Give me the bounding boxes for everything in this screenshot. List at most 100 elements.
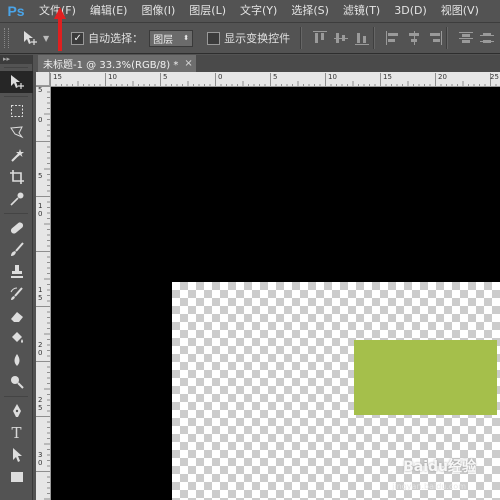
distribute-vcenter-icon[interactable] xyxy=(480,31,495,45)
h-ruler-label: 5 xyxy=(273,73,278,81)
tools-divider xyxy=(4,96,28,97)
menu-view[interactable]: 视图(V) xyxy=(434,0,486,22)
v-ruler-label: 2 0 xyxy=(38,341,43,357)
document-tab[interactable]: 未标题-1 @ 33.3%(RGB/8) * × xyxy=(38,55,196,72)
auto-select-label: 自动选择： xyxy=(88,32,144,45)
align-bottom-icon[interactable] xyxy=(355,31,370,45)
magic-wand-icon xyxy=(10,149,24,162)
paint-bucket-tool[interactable] xyxy=(0,327,33,349)
ruler-origin[interactable] xyxy=(36,72,50,86)
tools-divider xyxy=(4,396,28,397)
v-ruler-label: 2 5 xyxy=(38,396,43,412)
v-ruler-label: 1 5 xyxy=(38,286,43,302)
align-hcenter-icon[interactable] xyxy=(407,31,421,45)
crop-icon xyxy=(9,170,24,184)
horizontal-ruler[interactable]: 15 10 5 0 5 10 15 20 25 xyxy=(50,72,500,87)
red-arrow-annotation xyxy=(54,7,66,51)
path-selection-icon xyxy=(12,448,22,462)
h-ruler-label: 25 xyxy=(490,73,499,81)
paint-bucket-icon xyxy=(11,332,23,343)
menu-filter[interactable]: 滤镜(T) xyxy=(336,0,387,22)
auto-select-dropdown[interactable]: 图层 ⬍ xyxy=(149,29,194,47)
marquee-icon xyxy=(10,105,23,117)
vertical-ruler[interactable]: 5 0 5 1 0 1 5 2 0 2 5 3 0 xyxy=(36,86,51,500)
tools-panel: ▸▸ T xyxy=(0,55,33,500)
divider xyxy=(373,27,376,49)
type-icon: T xyxy=(11,424,22,442)
close-icon[interactable]: × xyxy=(184,58,192,69)
eraser-icon xyxy=(10,312,23,322)
type-tool[interactable]: T xyxy=(0,422,33,444)
lasso-tool[interactable] xyxy=(0,122,33,144)
magic-wand-tool[interactable] xyxy=(0,144,33,166)
show-transform-checkbox[interactable] xyxy=(207,31,221,45)
healing-brush-tool[interactable] xyxy=(0,217,33,239)
history-brush-icon xyxy=(10,287,23,300)
divider xyxy=(300,27,303,49)
h-ruler-label: 15 xyxy=(53,73,62,81)
history-brush-tool[interactable] xyxy=(0,283,33,305)
watermark-logo: Baidu经验 xyxy=(403,459,476,475)
check-icon: ✓ xyxy=(73,32,82,44)
eraser-tool[interactable] xyxy=(0,305,33,327)
v-ruler-label: 1 0 xyxy=(38,202,43,218)
pen-tool[interactable] xyxy=(0,400,33,422)
align-top-icon[interactable] xyxy=(313,31,328,45)
eyedropper-icon xyxy=(9,192,23,206)
options-bar: ▼ ✓ 自动选择： 图层 ⬍ 显示变换控件 xyxy=(0,23,500,54)
brush-tool[interactable] xyxy=(0,239,33,261)
move-icon xyxy=(10,75,24,89)
menu-select[interactable]: 选择(S) xyxy=(284,0,336,22)
h-ruler-label: 10 xyxy=(108,73,117,81)
divider xyxy=(446,27,449,49)
green-rectangle-layer[interactable] xyxy=(354,340,497,415)
menu-image[interactable]: 图像(I) xyxy=(134,0,182,22)
h-ruler-label: 15 xyxy=(383,73,392,81)
h-ruler-label: 10 xyxy=(328,73,337,81)
menu-type[interactable]: 文字(Y) xyxy=(233,0,284,22)
eyedropper-tool[interactable] xyxy=(0,188,33,210)
tool-preset-picker[interactable] xyxy=(17,28,43,48)
stepper-icon: ⬍ xyxy=(183,33,190,42)
blur-icon xyxy=(14,354,19,366)
rectangle-icon xyxy=(10,472,23,482)
align-left-icon[interactable] xyxy=(386,31,400,45)
watermark-url: jingyan.baidu.com xyxy=(392,482,466,491)
align-vcenter-icon[interactable] xyxy=(334,31,349,45)
v-ruler-label: 0 xyxy=(38,116,43,124)
dodge-icon xyxy=(10,376,24,389)
menu-layer[interactable]: 图层(L) xyxy=(182,0,233,22)
align-right-icon[interactable] xyxy=(428,31,443,45)
distribute-top-icon[interactable] xyxy=(459,31,474,45)
dodge-tool[interactable] xyxy=(0,371,33,393)
path-selection-tool[interactable] xyxy=(0,444,33,466)
tools-divider xyxy=(4,67,28,68)
document-tab-title: 未标题-1 @ 33.3%(RGB/8) * xyxy=(43,60,179,71)
tab-strip xyxy=(196,55,500,72)
ps-logo: Ps xyxy=(7,3,25,19)
crop-tool[interactable] xyxy=(0,166,33,188)
tools-panel-collapse-icon[interactable]: ▸▸ xyxy=(0,55,32,64)
marquee-tool[interactable] xyxy=(0,100,33,122)
lasso-icon xyxy=(9,126,24,139)
move-tool[interactable] xyxy=(0,71,33,93)
move-icon xyxy=(24,31,37,45)
menu-edit[interactable]: 编辑(E) xyxy=(83,0,135,22)
brush-icon xyxy=(10,242,24,256)
tools-divider xyxy=(4,213,28,214)
h-ruler-label: 5 xyxy=(163,73,168,81)
menu-bar: Ps 文件(F) 编辑(E) 图像(I) 图层(L) 文字(Y) 选择(S) 滤… xyxy=(0,0,500,23)
h-ruler-label: 0 xyxy=(218,73,223,81)
rectangle-tool[interactable] xyxy=(0,466,33,488)
v-ruler-label: 3 0 xyxy=(38,451,43,467)
chevron-down-icon[interactable]: ▼ xyxy=(43,34,49,43)
show-transform-label: 显示变换控件 xyxy=(224,32,291,45)
options-grip[interactable] xyxy=(4,28,9,48)
clone-stamp-tool[interactable] xyxy=(0,261,33,283)
menu-3d[interactable]: 3D(D) xyxy=(387,0,434,22)
blur-tool[interactable] xyxy=(0,349,33,371)
v-ruler-label: 5 xyxy=(38,86,43,94)
auto-select-checkbox[interactable]: ✓ xyxy=(71,31,85,45)
clone-stamp-icon xyxy=(10,265,23,278)
document-canvas[interactable]: Baidu经验 jingyan.baidu.com xyxy=(51,87,500,500)
